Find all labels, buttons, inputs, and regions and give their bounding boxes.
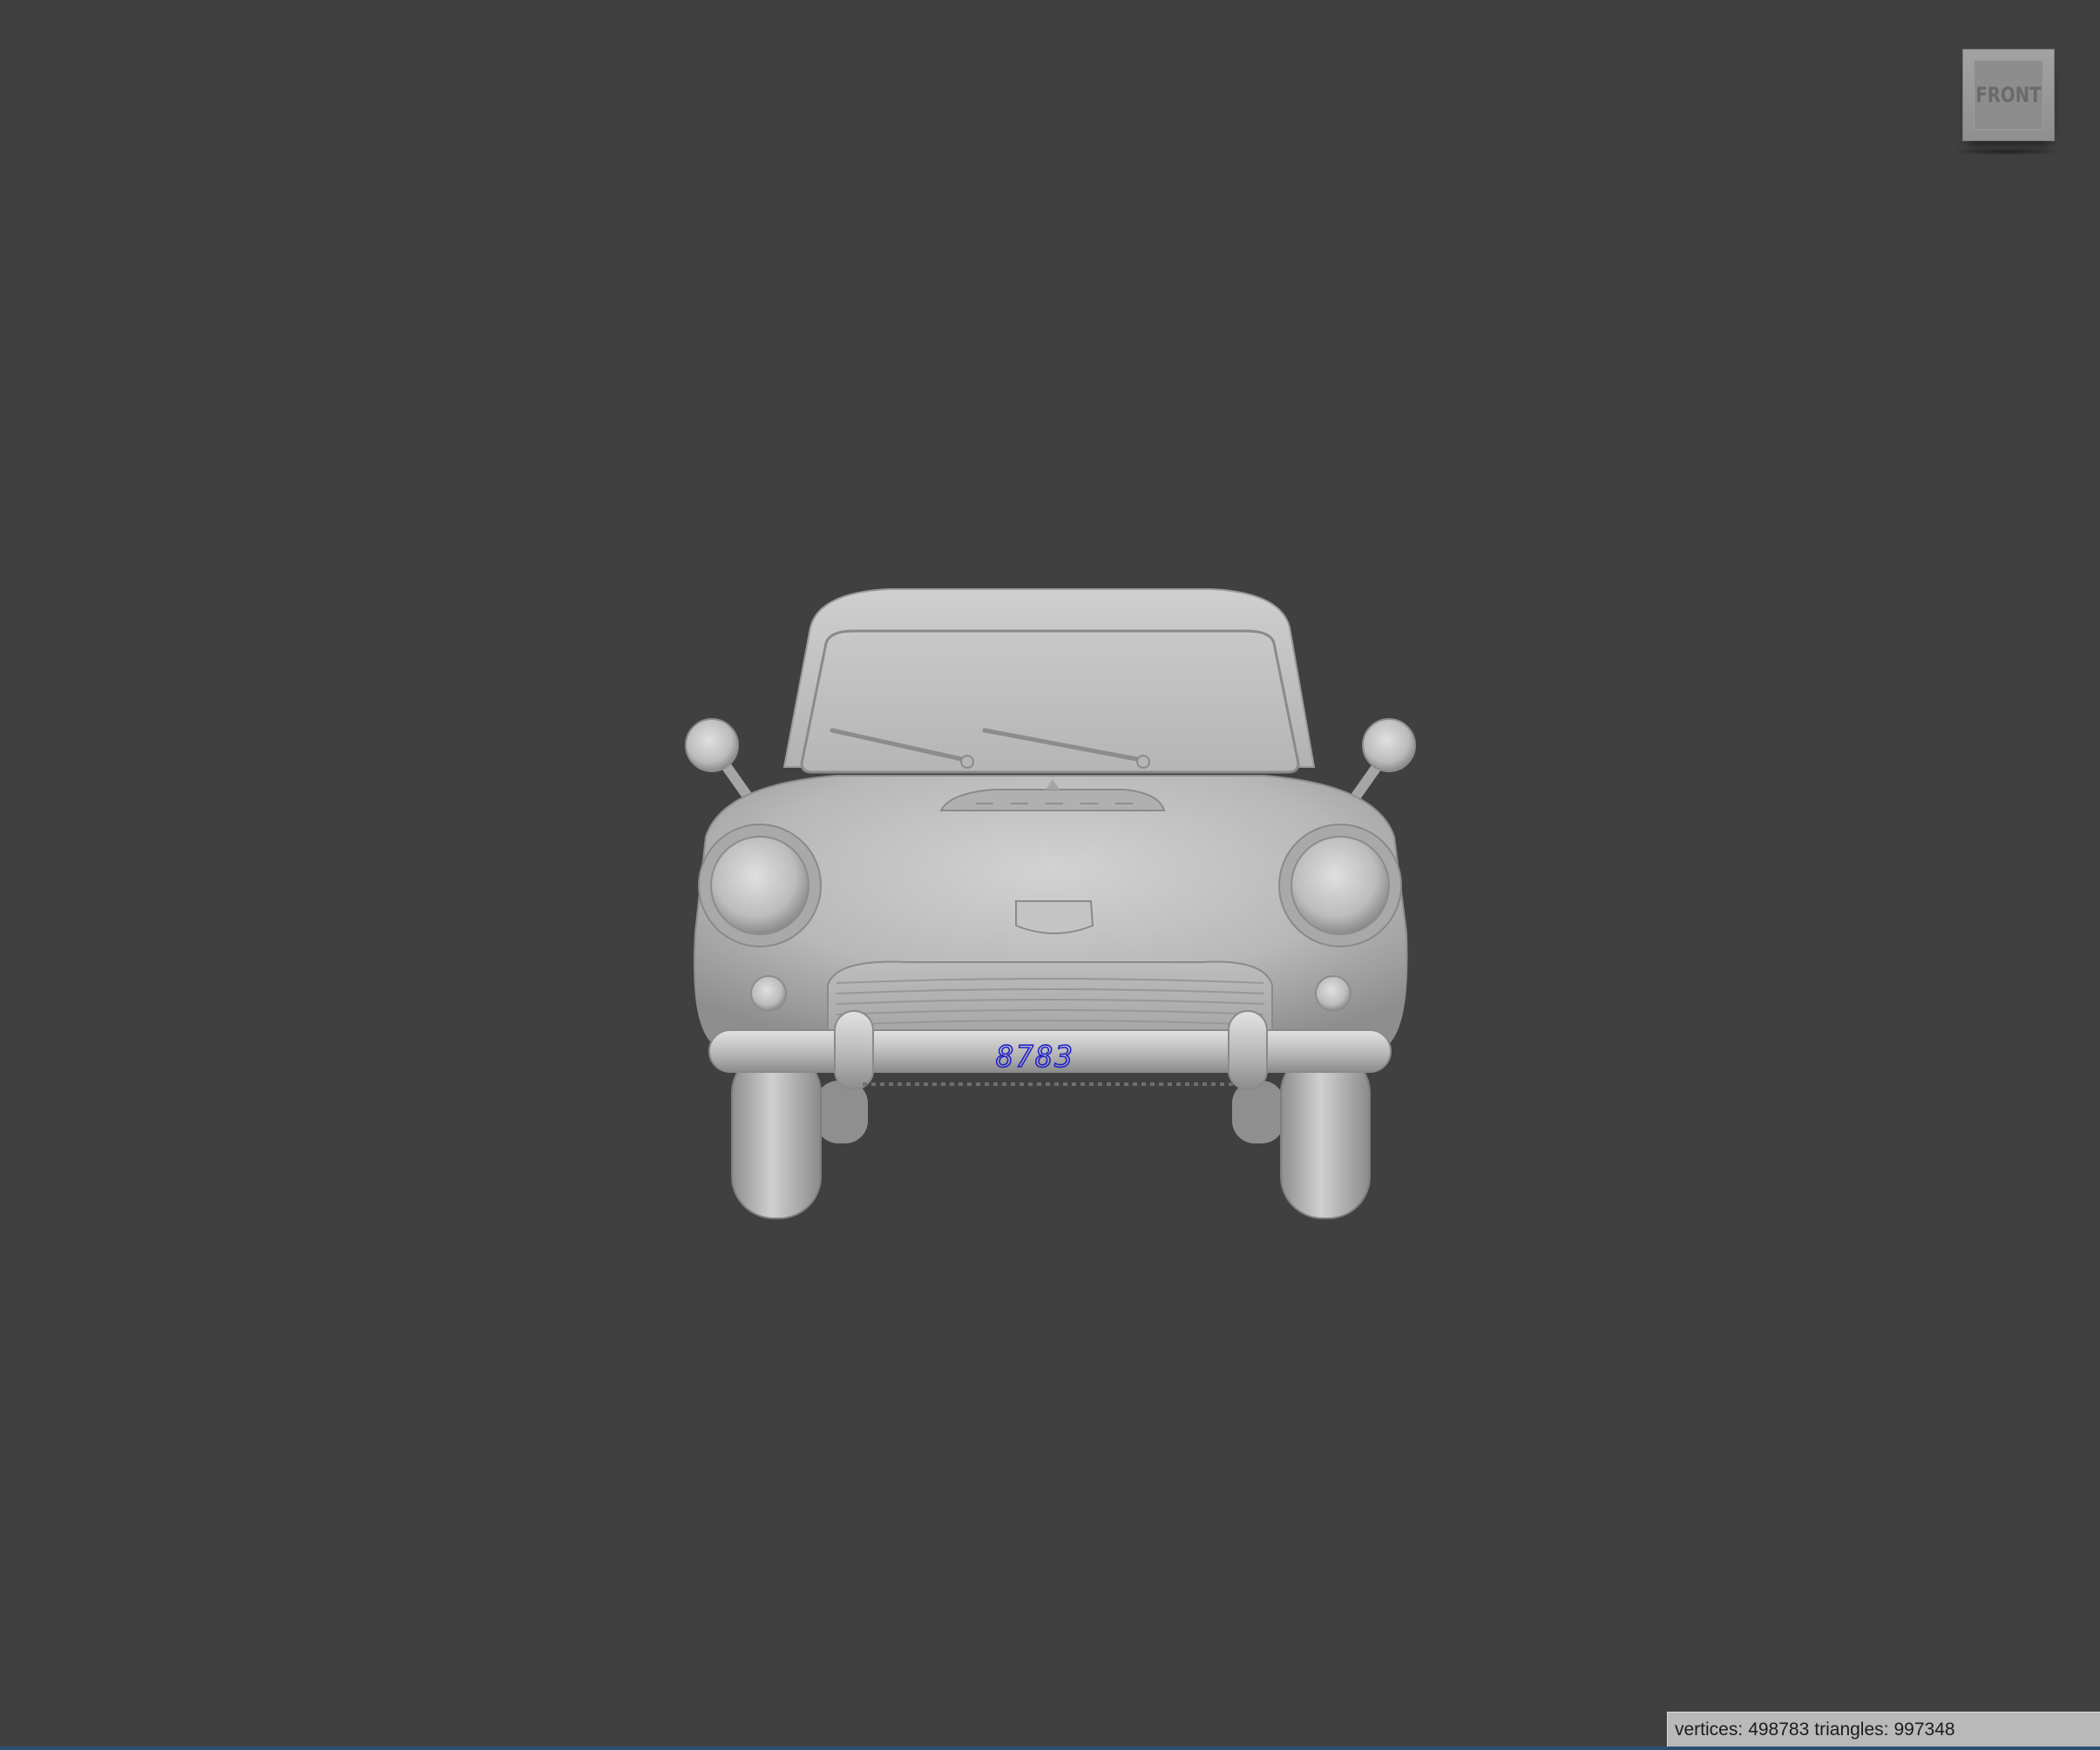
right-headlight — [1290, 836, 1390, 935]
mesh-stats-status: vertices: 498783 triangles: 997348 — [1667, 1712, 2100, 1747]
front-left-tire — [731, 1050, 822, 1219]
view-cube-shadow — [1948, 148, 2063, 155]
windshield — [800, 629, 1300, 774]
front-right-tire — [1280, 1050, 1371, 1219]
left-wiper-pivot — [960, 755, 974, 769]
view-cube-label: FRONT — [1975, 83, 2042, 107]
window-bottom-border — [0, 1747, 2100, 1750]
right-bumper-guard — [1228, 1010, 1268, 1090]
left-mirror — [685, 718, 739, 772]
vertices-count: 498783 — [1748, 1719, 1810, 1740]
triangles-count: 997348 — [1893, 1719, 1955, 1740]
car-3d-model[interactable]: 8783 — [0, 0, 2100, 1747]
left-headlight — [710, 836, 810, 935]
triangles-label: triangles: — [1814, 1719, 1889, 1740]
3d-viewport[interactable]: 8783 FRONT vertices: 498783 triangles: 9… — [0, 0, 2100, 1747]
left-fog-light — [750, 975, 787, 1012]
vertices-label: vertices: — [1675, 1719, 1744, 1740]
right-wiper-pivot — [1136, 755, 1150, 769]
hood-vent — [939, 789, 1166, 811]
view-cube-front-face[interactable]: FRONT — [1974, 60, 2043, 130]
license-plate-text: 8783 — [996, 1040, 1074, 1075]
view-cube[interactable]: FRONT — [1962, 49, 2055, 141]
hood-badge — [1015, 900, 1094, 934]
left-bumper-guard — [834, 1010, 874, 1090]
rear-right-wheel — [1232, 1081, 1284, 1143]
rear-left-wheel — [816, 1081, 868, 1143]
right-fog-light — [1315, 975, 1351, 1012]
right-mirror — [1362, 718, 1416, 772]
